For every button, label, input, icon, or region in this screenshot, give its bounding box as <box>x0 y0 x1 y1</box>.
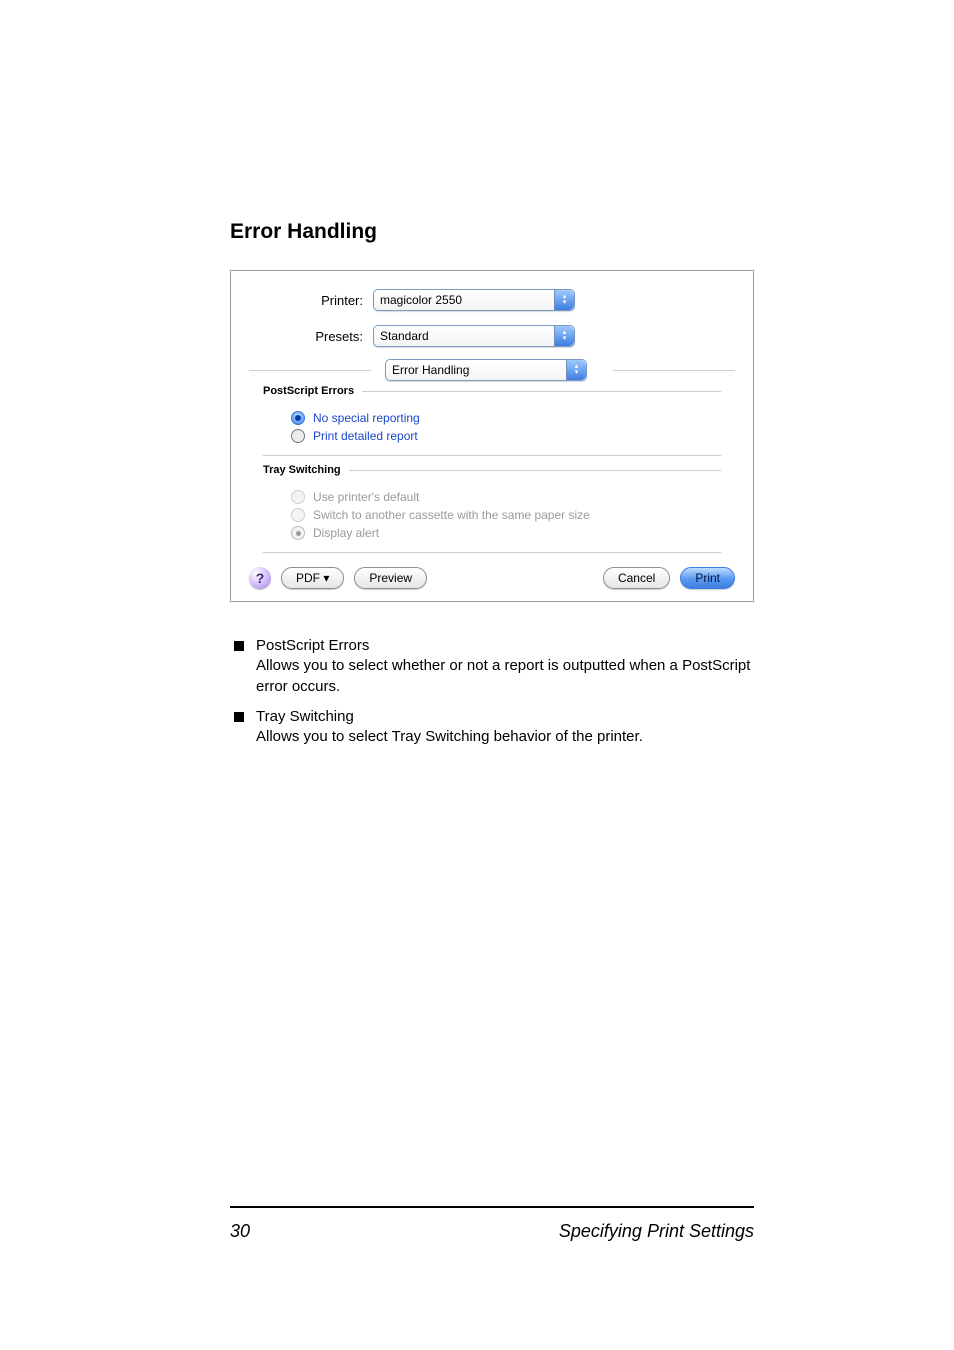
help-icon[interactable]: ? <box>249 567 271 589</box>
radio-display-alert: Display alert <box>291 526 717 540</box>
options-row: Error Handling ▴▾ <box>249 359 735 381</box>
button-bar: ? PDF ▾ Preview Cancel Print <box>249 567 735 589</box>
radio-print-detailed-report[interactable]: Print detailed report <box>291 429 717 443</box>
section-heading: Error Handling <box>230 220 754 244</box>
postscript-group-title: PostScript Errors <box>263 385 354 397</box>
presets-select[interactable]: Standard ▴▾ <box>373 325 575 347</box>
radio-icon <box>291 411 305 425</box>
footer-label: Specifying Print Settings <box>559 1221 754 1242</box>
printer-label: Printer: <box>249 293 373 308</box>
chevron-updown-icon: ▴▾ <box>554 290 574 310</box>
preview-button[interactable]: Preview <box>354 567 427 589</box>
printer-value: magicolor 2550 <box>374 293 554 307</box>
chevron-updown-icon: ▴▾ <box>566 360 586 380</box>
print-label: Print <box>695 571 720 585</box>
tray-group-title: Tray Switching <box>263 464 341 476</box>
presets-value: Standard <box>374 329 554 343</box>
options-value: Error Handling <box>386 363 566 377</box>
tray-switching-group: Tray Switching Use printer's default Swi… <box>263 464 721 553</box>
list-item: PostScript Errors Allows you to select w… <box>230 636 754 697</box>
square-bullet-icon <box>234 712 244 722</box>
pdf-button[interactable]: PDF ▾ <box>281 567 344 589</box>
printer-select[interactable]: magicolor 2550 ▴▾ <box>373 289 575 311</box>
radio-label: Switch to another cassette with the same… <box>313 508 590 522</box>
radio-switch-cassette: Switch to another cassette with the same… <box>291 508 717 522</box>
radio-label: No special reporting <box>313 411 420 425</box>
options-select[interactable]: Error Handling ▴▾ <box>385 359 587 381</box>
bullet-title: Tray Switching <box>256 707 754 727</box>
radio-use-printer-default: Use printer's default <box>291 490 717 504</box>
radio-label: Display alert <box>313 526 379 540</box>
list-item: Tray Switching Allows you to select Tray… <box>230 707 754 748</box>
pdf-label: PDF ▾ <box>296 571 329 585</box>
print-button[interactable]: Print <box>680 567 735 589</box>
radio-no-special-reporting[interactable]: No special reporting <box>291 411 717 425</box>
presets-label: Presets: <box>249 329 373 344</box>
radio-label: Print detailed report <box>313 429 418 443</box>
bullet-body: Allows you to select Tray Switching beha… <box>256 727 754 747</box>
preview-label: Preview <box>369 571 412 585</box>
presets-row: Presets: Standard ▴▾ <box>249 323 735 349</box>
radio-icon <box>291 429 305 443</box>
bullet-list: PostScript Errors Allows you to select w… <box>230 636 754 747</box>
footer-rule <box>230 1206 754 1208</box>
print-dialog: Printer: magicolor 2550 ▴▾ Presets: Stan… <box>230 270 754 602</box>
radio-icon <box>291 490 305 504</box>
bullet-title: PostScript Errors <box>256 636 754 656</box>
postscript-errors-group: PostScript Errors No special reporting P… <box>263 385 721 456</box>
radio-icon <box>291 526 305 540</box>
printer-row: Printer: magicolor 2550 ▴▾ <box>249 287 735 313</box>
page-number: 30 <box>230 1221 250 1242</box>
radio-label: Use printer's default <box>313 490 419 504</box>
radio-icon <box>291 508 305 522</box>
bullet-body: Allows you to select whether or not a re… <box>256 656 754 697</box>
cancel-button[interactable]: Cancel <box>603 567 670 589</box>
chevron-updown-icon: ▴▾ <box>554 326 574 346</box>
cancel-label: Cancel <box>618 571 655 585</box>
square-bullet-icon <box>234 641 244 651</box>
